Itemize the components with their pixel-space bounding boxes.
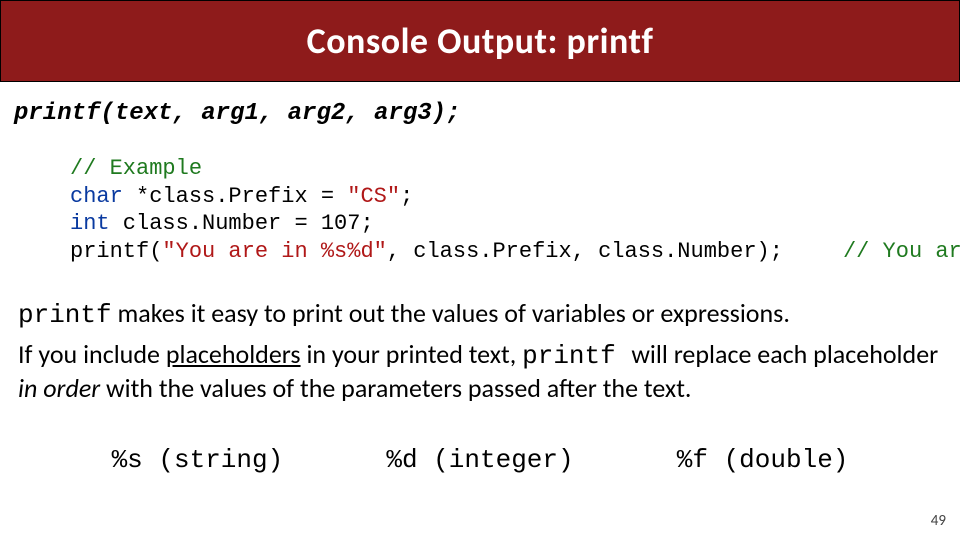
code-text: printf(	[70, 239, 162, 264]
text: in your printed text,	[301, 338, 523, 370]
body-text: printf makes it easy to print out the va…	[0, 265, 960, 405]
code-text: *class.Prefix =	[123, 184, 347, 209]
code-keyword: int	[70, 211, 110, 236]
code-output-comment: // You are in CS 107	[843, 238, 960, 266]
code-text: , class.Prefix, class.Number);	[387, 239, 783, 264]
placeholder-string: %s (string)	[112, 445, 284, 475]
text: If you include	[18, 338, 166, 370]
syntax-line: printf(text, arg1, arg2, arg3);	[0, 82, 960, 127]
page-number: 49	[931, 512, 946, 530]
code-string: "CS"	[347, 184, 400, 209]
code-text: class.Number = 107;	[110, 211, 374, 236]
text: makes it easy to print out the values of…	[112, 297, 790, 329]
text-italic: in order	[18, 372, 100, 404]
text-underline: placeholders	[166, 338, 301, 370]
code-text: ;	[400, 184, 413, 209]
code-string: "You are in %s%d"	[162, 239, 386, 264]
inline-code: printf	[522, 341, 631, 371]
placeholder-double: %f (double)	[677, 445, 849, 475]
example-code: // Example char *class.Prefix = "CS"; in…	[0, 127, 960, 265]
code-keyword: char	[70, 184, 123, 209]
inline-code: printf	[18, 300, 112, 330]
placeholder-int: %d (integer)	[386, 445, 573, 475]
text: with the values of the parameters passed…	[100, 372, 691, 404]
text: will replace each placeholder	[631, 338, 938, 370]
placeholder-list: %s (string) %d (integer) %f (double)	[0, 411, 960, 475]
code-comment: // Example	[70, 156, 202, 181]
slide-title: Console Output: printf	[0, 0, 960, 82]
